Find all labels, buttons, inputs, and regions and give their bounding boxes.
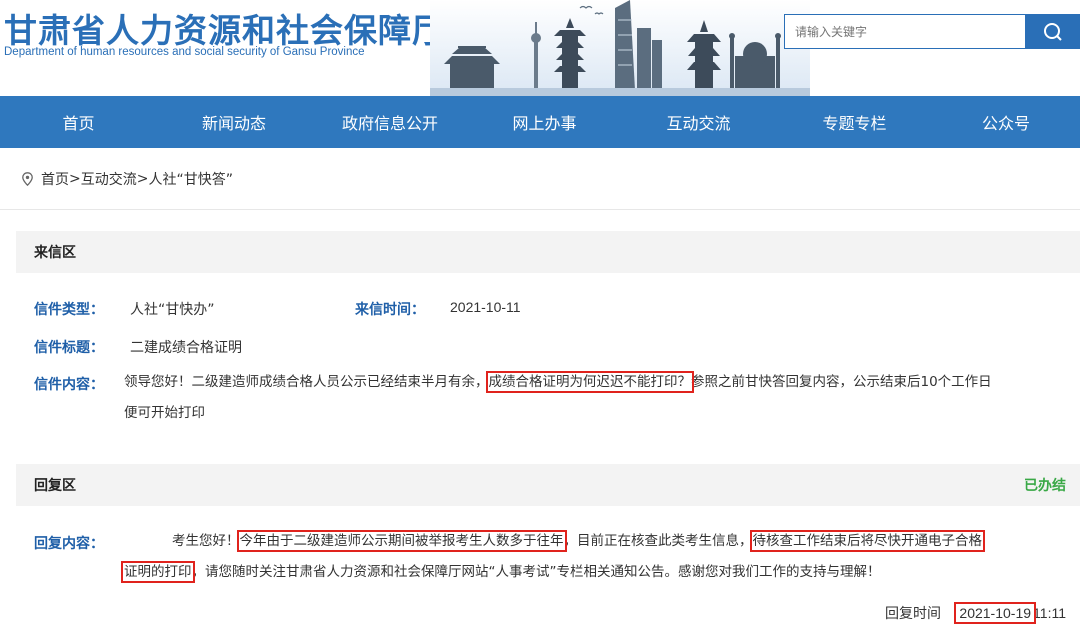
nav-item-gov-info[interactable]: 政府信息公开 xyxy=(311,96,469,148)
reply-time-date: 2021-10-19 xyxy=(954,602,1037,624)
breadcrumb-separator: > xyxy=(136,170,149,187)
reply-content-text: ，目前正在核查此类考生信息， xyxy=(563,533,753,549)
nav-item-public-account[interactable]: 公众号 xyxy=(932,96,1080,148)
letter-subject-value: 二建成绩合格证明 xyxy=(130,340,242,356)
breadcrumb-home-link[interactable]: 首页 xyxy=(41,169,69,189)
search-icon xyxy=(1044,22,1062,41)
reply-section-header: 回复区 已办结 xyxy=(16,464,1080,506)
city-skyline-banner xyxy=(430,0,810,96)
location-pin-icon xyxy=(22,171,33,186)
nav-item-home[interactable]: 首页 xyxy=(0,96,157,148)
letter-content-highlight: 成绩合格证明为何迟迟不能打印？ xyxy=(485,371,694,393)
reply-time-clock: 11:11 xyxy=(1033,605,1066,621)
letter-section-title: 来信区 xyxy=(34,245,76,261)
letter-time-label: 来信时间： xyxy=(355,302,425,318)
letter-content-text: 便可开始打印 xyxy=(124,405,205,421)
reply-time-label: 回复时间 xyxy=(884,606,941,622)
nav-item-news[interactable]: 新闻动态 xyxy=(157,96,311,148)
reply-content-highlight: 证明的打印 xyxy=(121,561,195,583)
site-subtitle: Department of human resources and social… xyxy=(4,46,365,58)
letter-content-text: 参照之前甘快答回复内容，公示结束后10个工作日 xyxy=(691,374,992,390)
site-header: 甘肃省人力资源和社会保障厅 Department of human resour… xyxy=(0,0,1080,96)
breadcrumb-separator: > xyxy=(69,170,81,187)
letter-content-label: 信件内容： xyxy=(34,377,104,393)
nav-item-interaction[interactable]: 互动交流 xyxy=(620,96,777,148)
breadcrumb-interaction-link[interactable]: 互动交流 xyxy=(81,169,137,189)
letter-type-label: 信件类型： xyxy=(34,302,104,318)
nav-item-online-services[interactable]: 网上办事 xyxy=(469,96,620,148)
breadcrumb-current: 人社“甘快答” xyxy=(148,171,233,188)
reply-content-highlight: 今年由于二级建造师公示期间被举报考生人数多于往年 xyxy=(236,530,567,552)
reply-content: 考生您好！今年由于二级建造师公示期间被举报考生人数多于往年，目前正在核查此类考生… xyxy=(121,526,1074,588)
reply-content-label: 回复内容： xyxy=(34,536,104,552)
letter-content-text: 领导您好！二级建造师成绩合格人员公示已经结束半月有余， xyxy=(124,374,489,390)
reply-content-text: 考生您好！ xyxy=(172,533,240,549)
reply-content-text: ，请您随时关注甘肃省人力资源和社会保障厅网站“人事考试”专栏相关通知公告。感谢您… xyxy=(191,564,881,580)
search-input[interactable] xyxy=(784,14,1026,49)
letter-content: 领导您好！二级建造师成绩合格人员公示已经结束半月有余，成绩合格证明为何迟迟不能打… xyxy=(124,367,1074,429)
letter-section-header: 来信区 xyxy=(16,231,1080,273)
breadcrumb: 首页 > 互动交流 > 人社“甘快答” xyxy=(0,148,1080,210)
nav-item-special-topics[interactable]: 专题专栏 xyxy=(777,96,932,148)
site-title[interactable]: 甘肃省人力资源和社会保障厅 xyxy=(4,4,446,52)
main-nav: 首页 新闻动态 政府信息公开 网上办事 互动交流 专题专栏 公众号 xyxy=(0,96,1080,148)
reply-time: 回复时间 2021-10-19 11:11 xyxy=(884,602,1066,624)
reply-section-title: 回复区 xyxy=(34,478,76,494)
reply-content-highlight: 待核查工作结束后将尽快开通电子合格 xyxy=(749,530,985,552)
search-button[interactable] xyxy=(1026,14,1080,49)
letter-type-value: 人社“甘快办” xyxy=(130,302,215,318)
letter-subject-label: 信件标题： xyxy=(34,340,104,356)
status-badge: 已办结 xyxy=(1024,478,1066,494)
letter-time-value: 2021-10-11 xyxy=(450,299,521,315)
